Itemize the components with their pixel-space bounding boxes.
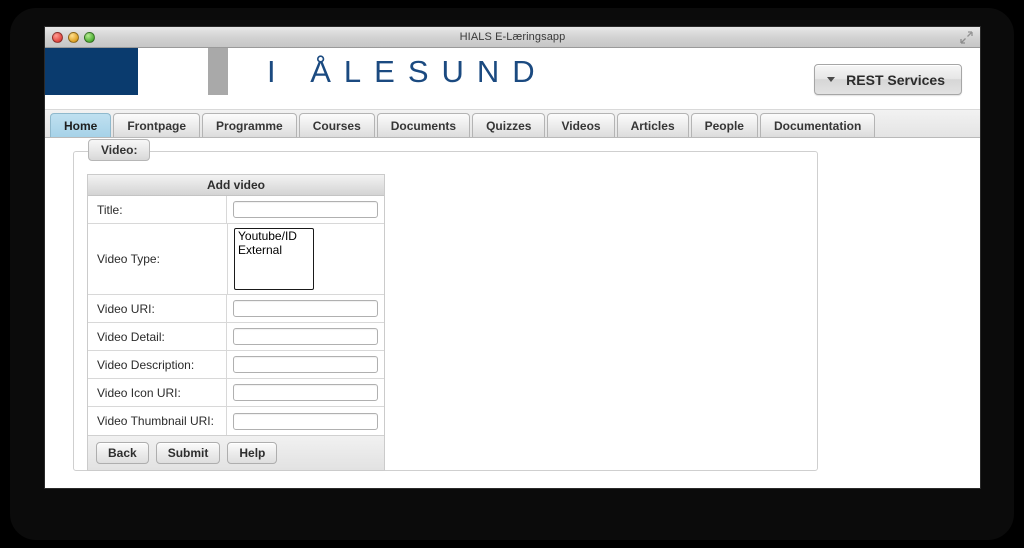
nav-tab-documents[interactable]: Documents (376, 113, 471, 137)
field-cell (227, 196, 384, 223)
logo-block (45, 48, 138, 95)
window-title: HIALS E-Læringsapp (459, 31, 566, 43)
field-cell (227, 323, 384, 350)
form-row: Title: (88, 196, 384, 224)
main-navigation: Home Frontpage Programme Courses Documents Qu… (45, 110, 980, 138)
browser-window: HIALS E-Læringsapp I ÅLESUND REST Servic… (45, 27, 980, 488)
back-button[interactable]: Back (96, 442, 149, 464)
field-label: Video Type: (88, 224, 228, 294)
field-label: Video URI: (88, 295, 227, 322)
logo-bar (208, 48, 228, 95)
field-cell (227, 379, 384, 406)
video-uri-input[interactable] (233, 300, 378, 317)
submit-button[interactable]: Submit (155, 442, 221, 464)
nav-tab-videos[interactable]: Videos (547, 113, 615, 137)
field-label: Title: (88, 196, 227, 223)
form-row: Video Icon URI: (88, 379, 384, 407)
zoom-button[interactable] (84, 32, 95, 43)
field-label: Video Description: (88, 351, 227, 378)
site-header: I ÅLESUND REST Services (45, 48, 980, 110)
video-type-select[interactable]: Youtube/IDExternal (234, 228, 314, 290)
nav-tab-articles[interactable]: Articles (616, 113, 689, 137)
nav-tab-quizzes[interactable]: Quizzes (472, 113, 546, 137)
nav-tab-documentation[interactable]: Documentation (759, 113, 876, 137)
video-description-input[interactable] (233, 356, 378, 373)
field-label: Video Icon URI: (88, 379, 227, 406)
fieldset-legend: Video: (88, 139, 151, 161)
form-button-row: Back Submit Help (88, 435, 384, 470)
form-row: Video Thumbnail URI: (88, 407, 384, 435)
form-row: Video Description: (88, 351, 384, 379)
nav-tab-frontpage[interactable]: Frontpage (113, 113, 201, 137)
help-button[interactable]: Help (227, 442, 278, 464)
video-icon-uri-input[interactable] (233, 384, 378, 401)
resize-icon[interactable] (960, 31, 973, 44)
video-detail-input[interactable] (233, 328, 378, 345)
nav-tab-home[interactable]: Home (50, 113, 112, 137)
chevron-down-icon (827, 77, 836, 82)
minimize-button[interactable] (68, 32, 79, 43)
rest-services-label: REST Services (846, 71, 945, 88)
rest-services-button[interactable]: REST Services (814, 64, 962, 95)
form-row: Video Detail: (88, 323, 384, 351)
site-logo-text: I ÅLESUND (267, 54, 548, 89)
form-rows: Title:Video Type:Youtube/IDExternalVideo… (88, 196, 384, 435)
field-cell (227, 407, 384, 435)
add-video-form: Add video Title:Video Type:Youtube/IDExt… (87, 174, 385, 471)
form-title: Add video (88, 175, 384, 196)
field-label: Video Thumbnail URI: (88, 407, 227, 435)
video-fieldset: Video: Add video Title:Video Type:Youtub… (73, 139, 818, 471)
nav-tab-programme[interactable]: Programme (202, 113, 297, 137)
option-external[interactable]: External (235, 243, 313, 257)
field-cell: Youtube/IDExternal (228, 224, 384, 294)
title-input[interactable] (233, 201, 378, 218)
form-row: Video URI: (88, 295, 384, 323)
field-cell (227, 295, 384, 322)
page-content: Video: Add video Title:Video Type:Youtub… (45, 138, 980, 487)
screen: HIALS E-Læringsapp I ÅLESUND REST Servic… (0, 0, 1024, 548)
form-row: Video Type:Youtube/IDExternal (88, 224, 384, 295)
field-label: Video Detail: (88, 323, 227, 350)
video-thumbnail-uri-input[interactable] (233, 412, 378, 430)
field-cell (227, 351, 384, 378)
nav-tab-people[interactable]: People (690, 113, 758, 137)
option-youtube-id[interactable]: Youtube/ID (235, 229, 313, 243)
nav-tab-courses[interactable]: Courses (298, 113, 375, 137)
window-titlebar[interactable]: HIALS E-Læringsapp (45, 27, 980, 48)
close-button[interactable] (52, 32, 63, 43)
window-traffic-lights (52, 32, 95, 43)
